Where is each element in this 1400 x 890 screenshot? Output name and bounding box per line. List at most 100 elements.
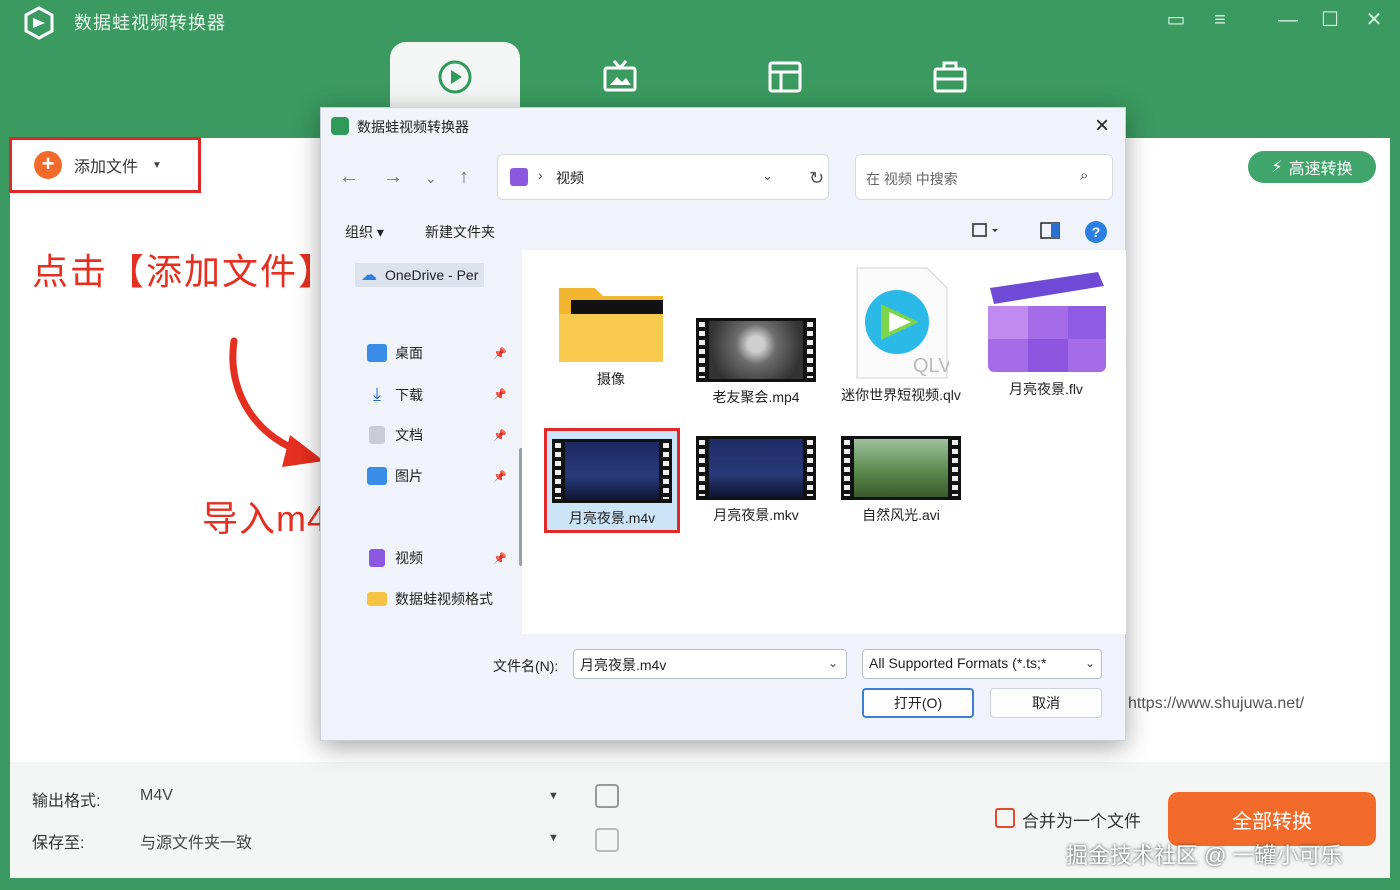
organize-menu[interactable]: 组织 ▾ bbox=[345, 222, 384, 242]
preview-pane-icon[interactable] bbox=[1039, 220, 1061, 242]
file-name: 月亮夜景.m4v bbox=[568, 510, 656, 526]
back-icon[interactable]: ← bbox=[339, 166, 359, 189]
forward-icon[interactable]: → bbox=[383, 166, 403, 189]
pin-icon[interactable]: 📌 bbox=[493, 429, 507, 442]
recent-dropdown-icon[interactable]: ⌄ bbox=[425, 170, 437, 187]
format-settings-icon[interactable] bbox=[595, 784, 619, 808]
sidebar-item-downloads[interactable]: ⤓ 下载 bbox=[367, 384, 423, 405]
output-format-dropdown-icon[interactable]: ▼ bbox=[548, 790, 559, 802]
file-item[interactable]: QLV 迷你世界短视频.qlv bbox=[833, 266, 969, 405]
file-item[interactable]: 老友聚会.mp4 bbox=[688, 318, 824, 407]
up-icon[interactable]: ↑ bbox=[459, 166, 469, 189]
folder-thumbnail bbox=[559, 288, 663, 362]
fast-convert-button[interactable]: ⚡ 高速转换 bbox=[1248, 151, 1376, 183]
pin-icon[interactable]: 📌 bbox=[493, 470, 507, 483]
videos-folder-icon bbox=[510, 168, 528, 186]
close-window-icon[interactable]: ✕ bbox=[1360, 8, 1388, 32]
watermark: 掘金技术社区 @ 一罐小可乐 bbox=[1066, 843, 1343, 868]
tv-icon bbox=[603, 60, 637, 92]
dialog-close-icon[interactable]: × bbox=[1095, 112, 1109, 140]
merge-label: 合并为一个文件 bbox=[1022, 812, 1141, 831]
file-list: 摄像 老友聚会.mp4 QLV 迷你世界短视频.qlv 月亮夜景.flv 月亮夜… bbox=[522, 250, 1126, 634]
add-file-button[interactable]: + 添加文件 ▼ bbox=[9, 137, 201, 193]
download-icon: ⤓ bbox=[373, 384, 381, 404]
sidebar-item-label: 文档 bbox=[395, 427, 423, 443]
cloud-icon: ☁ bbox=[361, 267, 377, 284]
file-type-dropdown-icon[interactable]: ⌄ bbox=[1080, 656, 1095, 670]
video-thumbnail bbox=[552, 439, 672, 503]
video-thumbnail bbox=[696, 436, 816, 500]
pin-icon[interactable]: 📌 bbox=[493, 552, 507, 565]
pin-icon[interactable]: 📌 bbox=[493, 388, 507, 401]
minimize-icon[interactable]: — bbox=[1274, 8, 1302, 32]
app-logo-icon bbox=[24, 6, 54, 40]
dialog-title: 数据蛙视频转换器 bbox=[357, 119, 469, 135]
search-icon: ⌕ bbox=[1080, 167, 1089, 184]
address-dropdown-icon[interactable]: ⌄ bbox=[762, 168, 773, 184]
menu-icon[interactable]: ≡ bbox=[1206, 8, 1234, 32]
address-path: 视频 bbox=[556, 170, 584, 186]
sidebar-item-pictures[interactable]: 图片 bbox=[367, 466, 423, 486]
refresh-icon[interactable]: ↻ bbox=[809, 168, 824, 189]
filename-input[interactable]: 月亮夜景.m4v ⌄ bbox=[573, 649, 847, 679]
svg-text:QLV: QLV bbox=[913, 355, 949, 377]
save-to-value[interactable]: 与源文件夹一致 bbox=[140, 829, 252, 853]
merge-checkbox[interactable] bbox=[995, 808, 1015, 828]
filename-value: 月亮夜景.m4v bbox=[580, 657, 667, 673]
file-item[interactable]: 月亮夜景.flv bbox=[978, 268, 1114, 399]
sidebar-item-documents[interactable]: 文档 bbox=[367, 425, 423, 445]
sidebar-item-label: 下载 bbox=[395, 386, 423, 403]
file-item-selected[interactable]: 月亮夜景.m4v bbox=[544, 428, 680, 533]
maximize-icon[interactable]: ☐ bbox=[1316, 8, 1344, 32]
video-thumbnail bbox=[696, 318, 816, 382]
save-to-dropdown-icon[interactable]: ▼ bbox=[548, 832, 559, 844]
tab-media[interactable] bbox=[555, 42, 685, 112]
qlv-file-thumbnail: QLV bbox=[856, 267, 949, 379]
tab-convert[interactable] bbox=[390, 42, 520, 112]
open-button[interactable]: 打开(O) bbox=[862, 688, 974, 718]
sidebar-item-label: 图片 bbox=[395, 468, 423, 484]
search-input[interactable]: 在 视频 中搜索 ⌕ bbox=[855, 154, 1113, 200]
file-item[interactable]: 自然风光.avi bbox=[833, 436, 969, 525]
tab-toolbox[interactable] bbox=[885, 42, 1015, 112]
tab-editor[interactable] bbox=[720, 42, 850, 112]
breadcrumb-separator-icon: › bbox=[538, 167, 543, 183]
annotation-step1: 点击【添加文件】 bbox=[32, 251, 337, 292]
convert-icon bbox=[438, 60, 472, 94]
flv-file-thumbnail bbox=[988, 272, 1106, 372]
cancel-button[interactable]: 取消 bbox=[990, 688, 1102, 718]
file-type-value: All Supported Formats (*.ts;* bbox=[869, 655, 1047, 671]
feedback-icon[interactable]: ▭ bbox=[1162, 8, 1190, 32]
view-mode-icon[interactable] bbox=[971, 220, 1001, 242]
pin-icon[interactable]: 📌 bbox=[493, 347, 507, 360]
file-type-select[interactable]: All Supported Formats (*.ts;* ⌄ bbox=[862, 649, 1102, 679]
video-thumbnail bbox=[841, 436, 961, 500]
chevron-down-icon[interactable]: ▼ bbox=[152, 160, 162, 171]
add-file-label: 添加文件 bbox=[74, 159, 139, 176]
help-icon[interactable]: ? bbox=[1085, 221, 1107, 243]
document-icon bbox=[369, 426, 385, 444]
file-name: 迷你世界短视频.qlv bbox=[841, 387, 961, 403]
new-folder-button[interactable]: 新建文件夹 bbox=[425, 222, 495, 242]
address-bar[interactable]: › 视频 ⌄ bbox=[497, 154, 829, 200]
sidebar-item-videos[interactable]: 视频 bbox=[367, 548, 423, 568]
open-file-dialog: 数据蛙视频转换器 × ← → ⌄ ↑ › 视频 ⌄ ↻ 在 视频 中搜索 ⌕ 组… bbox=[320, 107, 1126, 741]
filename-dropdown-icon[interactable]: ⌄ bbox=[828, 656, 838, 670]
sidebar-item-label: 桌面 bbox=[395, 345, 423, 361]
open-folder-icon[interactable] bbox=[595, 828, 619, 852]
sidebar-item-dataw-folder[interactable]: 数据蛙视频格式 bbox=[367, 589, 493, 609]
sidebar-item-desktop[interactable]: 桌面 bbox=[367, 343, 423, 363]
pictures-icon bbox=[367, 467, 387, 485]
filename-label: 文件名(N): bbox=[493, 658, 559, 674]
desktop-icon bbox=[367, 344, 387, 362]
file-name: 自然风光.avi bbox=[862, 507, 940, 523]
app-title: 数据蛙视频转换器 bbox=[74, 13, 226, 33]
website-link[interactable]: https://www.shujuwa.net/ bbox=[1128, 695, 1304, 713]
file-name: 月亮夜景.flv bbox=[1009, 381, 1083, 397]
sidebar-item-onedrive[interactable]: ☁ OneDrive - Per bbox=[355, 263, 485, 287]
file-item[interactable]: 摄像 bbox=[543, 278, 679, 389]
file-name: 月亮夜景.mkv bbox=[713, 507, 799, 523]
folder-icon bbox=[367, 592, 387, 606]
file-item[interactable]: 月亮夜景.mkv bbox=[688, 436, 824, 525]
output-format-value[interactable]: M4V bbox=[140, 787, 173, 805]
